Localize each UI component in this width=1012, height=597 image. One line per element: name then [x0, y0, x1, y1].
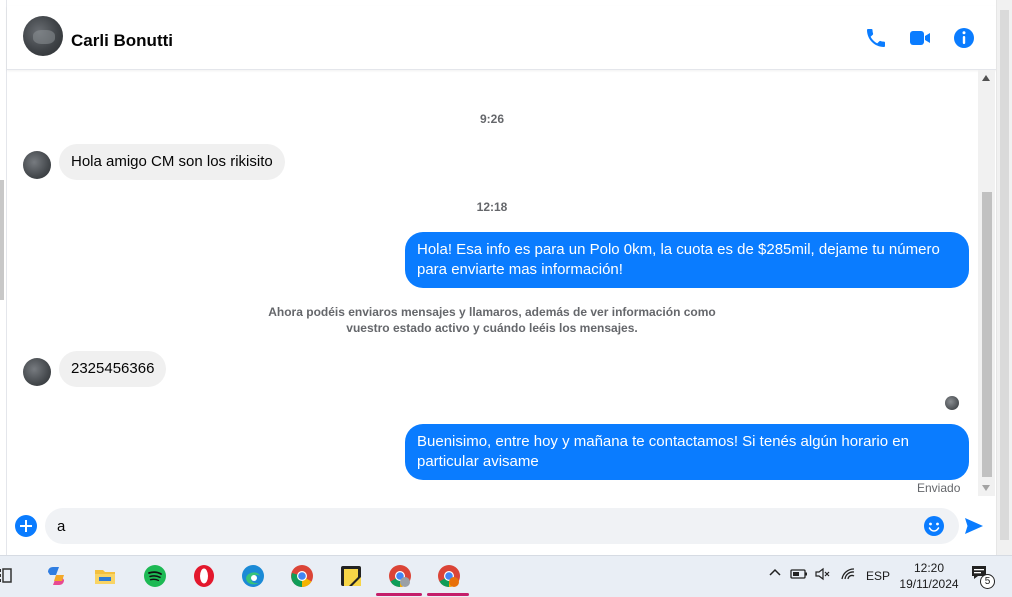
scroll-thumb[interactable] [982, 192, 992, 477]
clock-time: 12:20 [913, 561, 945, 575]
scroll-up-arrow[interactable] [982, 75, 990, 81]
taskbar: ESP 12:20 19/11/2024 5 [0, 555, 1012, 597]
window-scroll-thumb[interactable] [1000, 10, 1009, 540]
chat-window: Carli Bonutti 9:26 Hola amigo CM son los… [6, 0, 997, 555]
clock-date: 19/11/2024 [899, 577, 959, 591]
plus-icon[interactable] [15, 515, 37, 537]
task-view-icon[interactable] [0, 564, 16, 588]
chrome-icon[interactable] [290, 564, 314, 588]
incoming-message[interactable]: Hola amigo CM son los rikisito [59, 144, 285, 180]
message-input[interactable] [45, 508, 959, 544]
wifi-icon[interactable] [840, 567, 856, 581]
chat-scrollbar[interactable] [978, 70, 995, 496]
window-scrollbar[interactable] [996, 0, 1012, 555]
sender-avatar [23, 151, 51, 179]
timestamp: 9:26 [479, 112, 505, 126]
copilot-icon[interactable] [44, 564, 68, 588]
emoji-icon[interactable] [923, 515, 945, 537]
phone-icon[interactable] [864, 26, 888, 50]
video-icon[interactable] [908, 26, 932, 50]
spotify-icon[interactable] [143, 564, 167, 588]
timestamp: 12:18 [476, 200, 508, 214]
incoming-message[interactable]: 2325456366 [59, 351, 167, 387]
edge-icon[interactable] [241, 564, 265, 588]
scroll-down-arrow[interactable] [982, 485, 990, 491]
chevron-up-icon[interactable] [768, 566, 782, 580]
language-indicator[interactable]: ESP [866, 569, 890, 583]
contact-name[interactable]: Carli Bonutti [71, 31, 173, 51]
send-icon[interactable] [963, 515, 985, 537]
info-icon[interactable] [952, 26, 976, 50]
outgoing-message[interactable]: Buenisimo, entre hoy y mañana te contact… [405, 424, 969, 480]
read-receipt-avatar [945, 396, 959, 410]
outgoing-message[interactable]: Hola! Esa info es para un Polo 0km, la c… [405, 232, 969, 288]
chat-header: Carli Bonutti [7, 6, 997, 70]
battery-icon[interactable] [790, 567, 808, 581]
file-explorer-icon[interactable] [93, 564, 117, 588]
sender-avatar [23, 358, 51, 386]
notification-count-badge: 5 [980, 574, 995, 589]
volume-muted-icon[interactable] [815, 567, 831, 581]
contact-avatar[interactable] [23, 16, 63, 56]
chrome-profile-icon[interactable] [388, 564, 412, 588]
sent-status: Enviado [917, 481, 961, 495]
sticky-notes-icon[interactable] [339, 564, 363, 588]
chrome-profile-2-icon[interactable] [437, 564, 461, 588]
left-window-edge [0, 180, 4, 300]
system-clock[interactable]: 12:20 19/11/2024 [895, 560, 963, 592]
system-note: Ahora podéis enviaros mensajes y llamaro… [268, 305, 716, 335]
opera-icon[interactable] [192, 564, 216, 588]
